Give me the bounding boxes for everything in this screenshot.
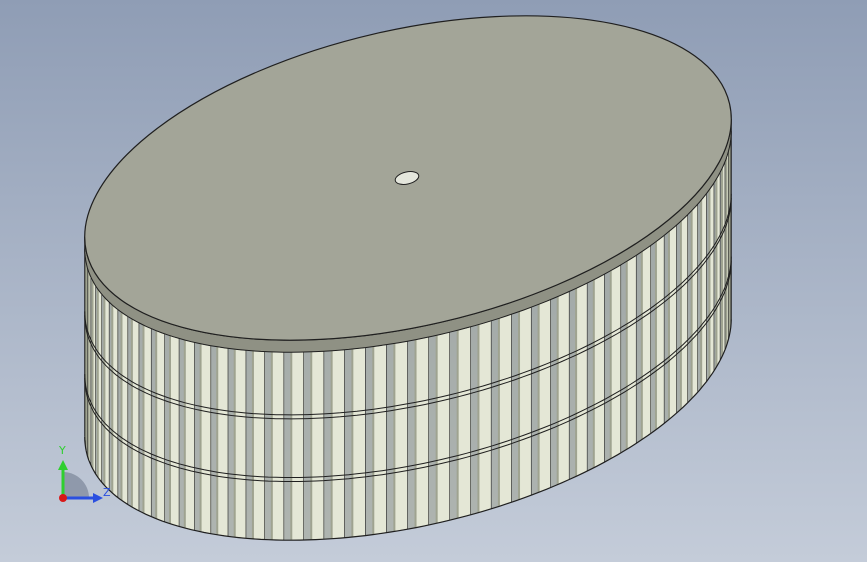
fan-blade [352, 347, 366, 538]
y-axis-arrowhead [58, 460, 68, 470]
fan-impeller-model[interactable]: Y Z [0, 0, 867, 562]
fan-blade [290, 351, 304, 541]
fan-blade [169, 335, 180, 527]
fan-blade [610, 264, 622, 460]
fan-blade [216, 346, 229, 537]
fan-blade [538, 299, 551, 493]
fan-blade [626, 254, 637, 450]
fan-blade [184, 339, 195, 531]
fan-blade [518, 306, 532, 501]
triad-origin [59, 494, 67, 502]
fan-blade [200, 343, 212, 535]
y-axis-label: Y [58, 444, 66, 457]
fan-blade [131, 318, 140, 512]
fan-blade [415, 336, 429, 529]
fan-blade [498, 313, 512, 507]
z-axis-label: Z [103, 486, 111, 499]
fan-blade [641, 244, 652, 441]
fan-blade [557, 291, 570, 486]
fan-blade [680, 214, 689, 410]
fan-blade [143, 324, 152, 518]
fan-blade [234, 348, 247, 539]
triad-plane-marker [63, 472, 89, 498]
fan-blade [655, 234, 665, 431]
graphics-viewport[interactable]: Y Z [0, 0, 867, 562]
fan-blade [457, 326, 471, 519]
fan-blade [252, 350, 265, 540]
fan-blade [155, 330, 165, 523]
fan-blade [436, 331, 450, 524]
fan-blade [394, 340, 408, 532]
fan-blade [310, 350, 325, 541]
fan-blade [271, 351, 285, 541]
fan-blade [593, 273, 605, 469]
fan-blade [575, 282, 588, 477]
fan-blade [668, 224, 677, 421]
fan-blade [478, 320, 492, 514]
fan-blade [331, 349, 345, 540]
z-axis-arrowhead [93, 493, 103, 503]
fan-blade [372, 344, 387, 535]
